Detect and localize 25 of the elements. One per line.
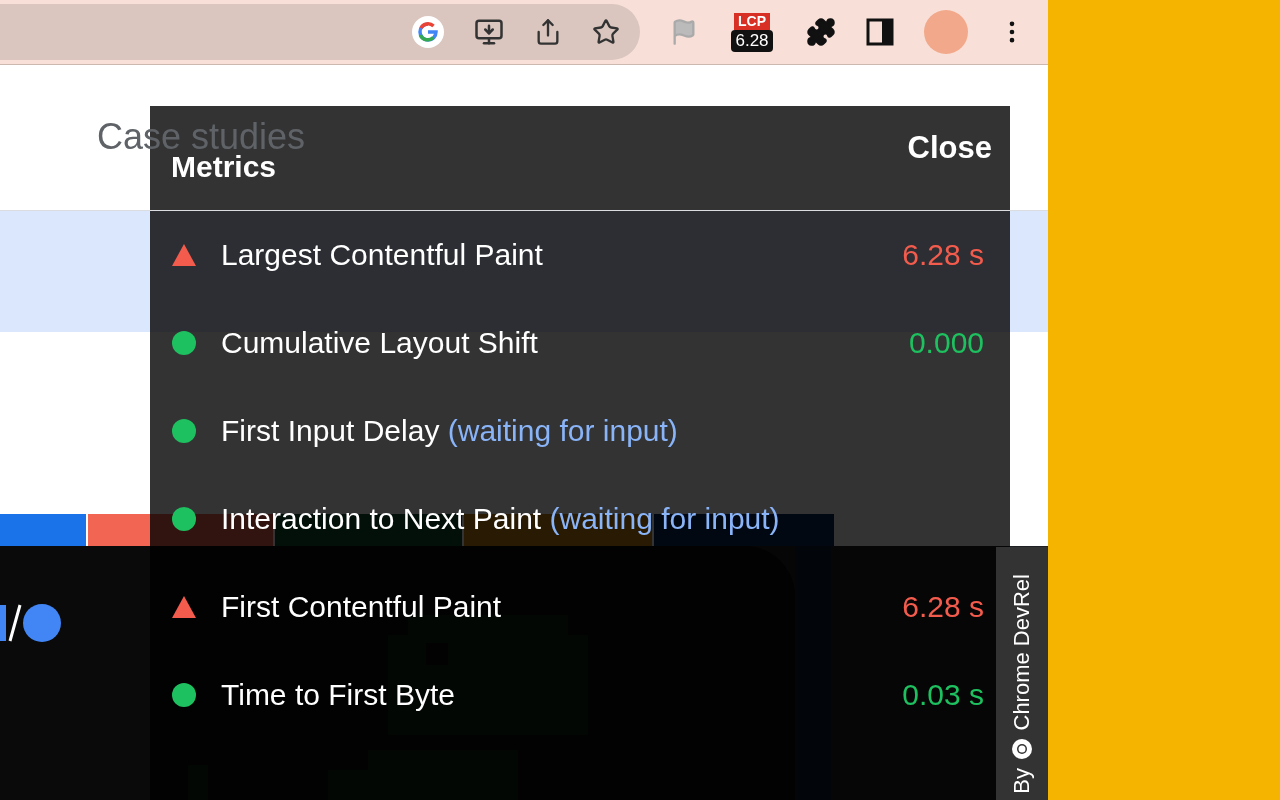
- metric-name: Cumulative Layout Shift: [221, 326, 539, 360]
- google-logo-icon[interactable]: [412, 16, 444, 48]
- metric-name: Largest Contentful Paint: [221, 238, 544, 272]
- metric-value: 6.28 s: [902, 590, 984, 624]
- metric-value: 0.03 s: [902, 678, 984, 712]
- metric-value: 0.000: [908, 326, 984, 360]
- install-icon[interactable]: [474, 17, 504, 47]
- badge-label: LCP: [734, 12, 770, 30]
- star-icon[interactable]: [592, 18, 620, 46]
- close-button[interactable]: Close: [907, 130, 992, 166]
- credit-prefix: By: [1009, 768, 1035, 794]
- lcp-extension-badge[interactable]: LCP 6.28: [728, 12, 776, 52]
- panel-title: Metrics: [171, 150, 277, 184]
- metric-name: First Contentful Paint: [221, 590, 503, 624]
- credit-tab[interactable]: By Chrome DevRel: [996, 547, 1048, 800]
- badge-value: 6.28: [731, 29, 773, 52]
- metric-name: Time to First Byte: [221, 678, 456, 712]
- side-panel-icon[interactable]: [866, 18, 894, 46]
- metric-name: First Input Delay (waiting for input): [221, 414, 679, 448]
- credit-name: Chrome DevRel: [1009, 573, 1035, 731]
- metric-value: 6.28 s: [902, 238, 984, 272]
- metric-name: Interaction to Next Paint (waiting for input): [221, 502, 781, 536]
- chrome-logo-icon: [1011, 738, 1033, 761]
- puzzle-icon[interactable]: [806, 17, 836, 47]
- logo-fragment-drawing: [0, 603, 62, 643]
